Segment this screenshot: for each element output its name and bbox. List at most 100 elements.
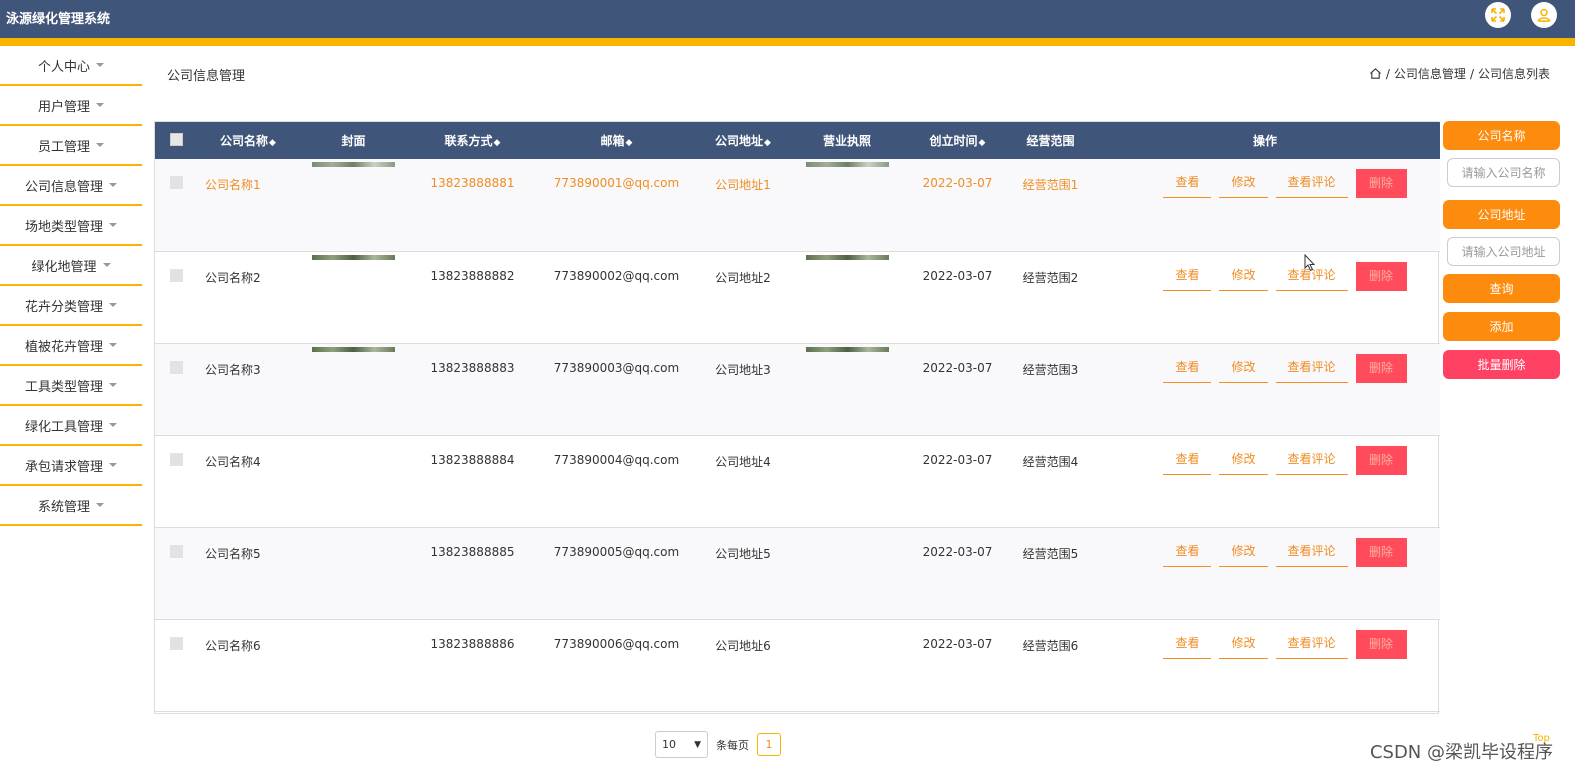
caret-down-icon [109, 183, 117, 187]
company-address-input[interactable]: 请输入公司地址 [1447, 237, 1560, 266]
cover-cell [299, 159, 408, 251]
row-checkbox[interactable] [169, 636, 183, 650]
column-header-cover: 封面 [341, 134, 366, 148]
column-header-email[interactable]: 邮箱◆ [537, 122, 696, 159]
column-header-phone[interactable]: 联系方式◆ [408, 122, 537, 159]
company-name-cell: 公司名称5 [205, 546, 261, 561]
select-all-checkbox[interactable] [169, 132, 183, 146]
sidebar-item[interactable]: 工具类型管理 [0, 366, 142, 406]
table-row[interactable]: 公司名称3 13823888883 773890003@qq.com 公司地址3 202… [155, 343, 1440, 435]
table-header-row: 公司名称◆ 封面 联系方式◆ 邮箱◆ 公司地址◆ 营业执照 创立时间◆ 经营范围… [155, 122, 1440, 159]
company-name-cell: 公司名称4 [205, 454, 261, 469]
query-button[interactable]: 查询 [1443, 274, 1560, 303]
cover-cell [299, 527, 408, 619]
table-row[interactable]: 公司名称2 13823888882 773890002@qq.com 公司地址2 202… [155, 251, 1440, 343]
view-button[interactable]: 查看 [1163, 446, 1212, 475]
row-select-cell [155, 435, 197, 527]
table-row[interactable]: 公司名称6 13823888886 773890006@qq.com 公司地址6 202… [155, 619, 1440, 711]
column-header-address[interactable]: 公司地址◆ [696, 122, 790, 159]
sidebar-item[interactable]: 绿化地管理 [0, 246, 142, 286]
sidebar-item[interactable]: 场地类型管理 [0, 206, 142, 246]
row-checkbox[interactable] [169, 544, 183, 558]
company-table: 公司名称◆ 封面 联系方式◆ 邮箱◆ 公司地址◆ 营业执照 创立时间◆ 经营范围… [155, 122, 1440, 712]
row-checkbox[interactable] [169, 452, 183, 466]
image-thumbnail[interactable] [805, 346, 889, 352]
page-number-current[interactable]: 1 [757, 733, 781, 756]
view-button[interactable]: 查看 [1163, 169, 1212, 198]
sidebar-item[interactable]: 承包请求管理 [0, 446, 142, 486]
breadcrumb-separator: / [1385, 66, 1390, 81]
breadcrumb: / 公司信息管理 / 公司信息列表 [1369, 65, 1550, 82]
sidebar-item-label: 工具类型管理 [24, 379, 103, 395]
table-row[interactable]: 公司名称1 13823888881 773890001@qq.com 公司地址1 202… [155, 159, 1440, 251]
batch-delete-button[interactable]: 批量删除 [1443, 350, 1560, 379]
fullscreen-button[interactable] [1485, 2, 1511, 28]
company-table-container: 公司名称◆ 封面 联系方式◆ 邮箱◆ 公司地址◆ 营业执照 创立时间◆ 经营范围… [154, 121, 1440, 714]
delete-button[interactable]: 删除 [1355, 169, 1407, 198]
edit-button[interactable]: 修改 [1219, 262, 1268, 291]
view-comments-button[interactable]: 查看评论 [1275, 169, 1348, 198]
edit-button[interactable]: 修改 [1219, 169, 1268, 198]
ops-cell: 查看 修改 查看评论 删除 [1090, 251, 1440, 343]
edit-button[interactable]: 修改 [1219, 538, 1268, 567]
sidebar-item[interactable]: 员工管理 [0, 126, 142, 166]
breadcrumb-item-company-management[interactable]: 公司信息管理 [1394, 65, 1466, 82]
caret-down-icon [96, 63, 104, 67]
view-comments-button[interactable]: 查看评论 [1275, 446, 1348, 475]
caret-down-icon [102, 263, 111, 267]
address-cell: 公司地址5 [715, 546, 771, 561]
license-cell [790, 527, 904, 619]
image-thumbnail[interactable] [312, 254, 395, 260]
column-header-name[interactable]: 公司名称◆ [197, 122, 299, 159]
row-checkbox[interactable] [169, 176, 183, 189]
sort-icon: ◆ [978, 138, 986, 148]
user-menu-button[interactable] [1531, 2, 1557, 28]
address-cell: 公司地址3 [715, 362, 771, 377]
edit-button[interactable]: 修改 [1219, 630, 1268, 659]
view-button[interactable]: 查看 [1163, 538, 1212, 567]
image-thumbnail[interactable] [312, 162, 395, 167]
table-row[interactable]: 公司名称4 13823888884 773890004@qq.com 公司地址4 202… [155, 435, 1440, 527]
view-comments-button[interactable]: 查看评论 [1275, 630, 1348, 659]
page-size-select[interactable]: 10 ▼ [655, 731, 708, 758]
image-thumbnail[interactable] [805, 162, 889, 167]
phone-cell: 13823888881 [430, 176, 515, 190]
column-header-license: 营业执照 [822, 134, 871, 148]
image-thumbnail[interactable] [312, 346, 395, 352]
delete-button[interactable]: 删除 [1355, 353, 1407, 383]
sidebar-item-label: 场地类型管理 [24, 219, 103, 235]
sidebar-item[interactable]: 个人中心 [0, 46, 142, 86]
table-row[interactable]: 公司名称5 13823888885 773890005@qq.com 公司地址5 202… [155, 527, 1440, 619]
company-name-input[interactable]: 请输入公司名称 [1447, 158, 1560, 187]
email-cell: 773890003@qq.com [553, 360, 680, 375]
scope-cell: 经营范围4 [1022, 454, 1079, 469]
edit-button[interactable]: 修改 [1219, 354, 1268, 383]
delete-button[interactable]: 删除 [1355, 445, 1407, 475]
column-header-created[interactable]: 创立时间◆ [904, 122, 1011, 159]
row-checkbox[interactable] [169, 360, 183, 374]
add-button[interactable]: 添加 [1443, 312, 1560, 341]
delete-button[interactable]: 删除 [1355, 261, 1407, 291]
image-thumbnail[interactable] [805, 254, 889, 260]
sidebar-item[interactable]: 用户管理 [0, 86, 142, 126]
view-button[interactable]: 查看 [1163, 262, 1212, 291]
delete-button[interactable]: 删除 [1355, 629, 1407, 659]
sidebar-item[interactable]: 花卉分类管理 [0, 286, 142, 326]
sidebar-item[interactable]: 公司信息管理 [0, 166, 142, 206]
sidebar-item[interactable]: 植被花卉管理 [0, 326, 142, 366]
sort-icon: ◆ [764, 138, 771, 148]
view-button[interactable]: 查看 [1163, 630, 1212, 659]
license-cell [790, 251, 904, 343]
view-button[interactable]: 查看 [1163, 354, 1212, 383]
sidebar-item[interactable]: 绿化工具管理 [0, 406, 142, 446]
view-comments-button[interactable]: 查看评论 [1275, 354, 1348, 383]
delete-button[interactable]: 删除 [1355, 537, 1407, 567]
email-cell: 773890006@qq.com [553, 636, 680, 651]
sidebar-item-label: 员工管理 [37, 139, 90, 155]
row-checkbox[interactable] [169, 268, 183, 282]
ops-cell: 查看 修改 查看评论 删除 [1090, 343, 1440, 435]
home-icon[interactable] [1369, 67, 1382, 80]
view-comments-button[interactable]: 查看评论 [1275, 538, 1348, 567]
edit-button[interactable]: 修改 [1219, 446, 1268, 475]
sidebar-item[interactable]: 系统管理 [0, 486, 142, 526]
